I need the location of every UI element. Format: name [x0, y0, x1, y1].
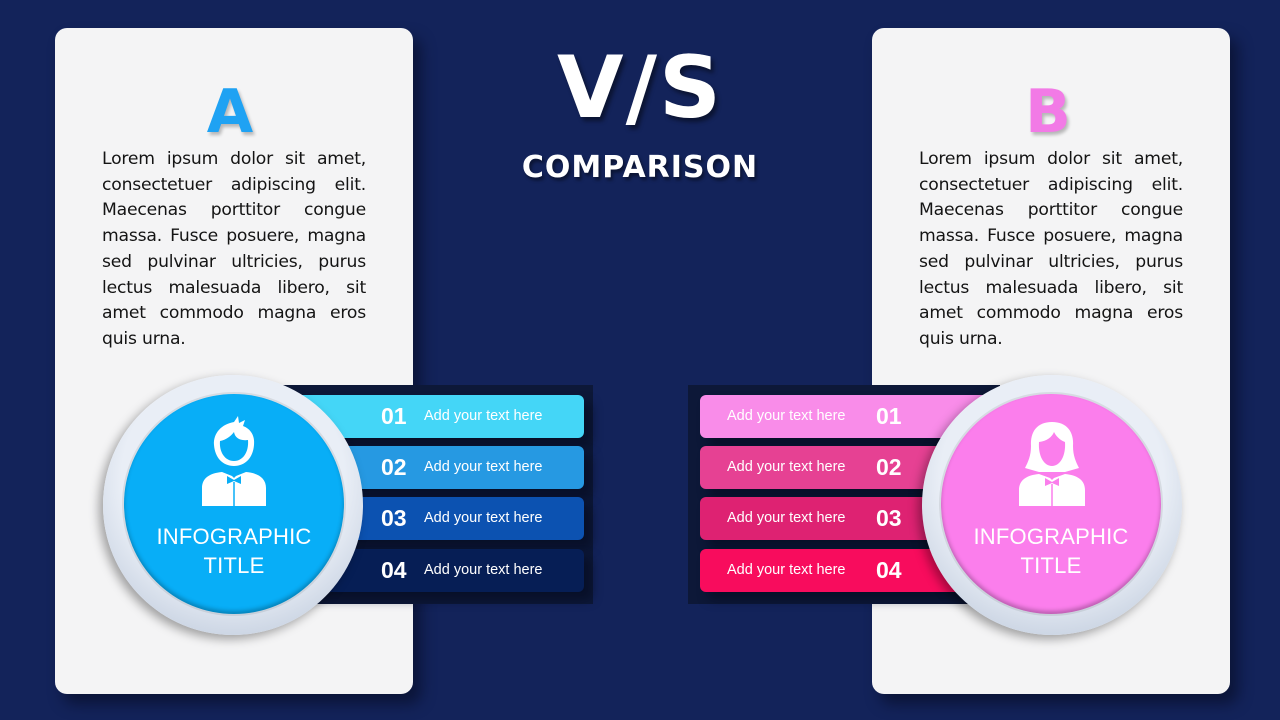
panel-b-letter: B — [1025, 77, 1071, 147]
item-text: Add your text here — [424, 408, 543, 424]
comparison-subtitle: COMPARISON — [521, 150, 759, 185]
item-number: 04 — [381, 557, 407, 583]
item-number: 01 — [381, 403, 407, 429]
item-text: Add your text here — [727, 459, 846, 475]
item-number: 03 — [876, 505, 902, 531]
item-text: Add your text here — [727, 562, 846, 578]
item-text: Add your text here — [424, 562, 543, 578]
item-number: 04 — [876, 557, 902, 583]
item-number: 01 — [876, 403, 902, 429]
item-text: Add your text here — [424, 510, 543, 526]
vs-title: V/S — [557, 38, 723, 138]
panel-a-circle: INFOGRAPHIC TITLE — [124, 394, 344, 614]
item-number: 02 — [381, 454, 407, 480]
panel-a-circle-title-line1: INFOGRAPHIC — [156, 524, 312, 549]
woman-icon — [1019, 422, 1085, 506]
item-text: Add your text here — [727, 510, 846, 526]
panel-a-paragraph: Lorem ipsum dolor sit amet, consectetuer… — [102, 149, 366, 349]
item-number: 02 — [876, 454, 902, 480]
panel-b-circle-title-line1: INFOGRAPHIC — [973, 524, 1129, 549]
panel-a-letter: A — [206, 77, 254, 147]
panel-b-circle: INFOGRAPHIC TITLE — [941, 394, 1161, 614]
item-text: Add your text here — [424, 459, 543, 475]
man-icon — [202, 416, 266, 506]
item-number: 03 — [381, 505, 407, 531]
panel-b-circle-title-line2: TITLE — [1020, 553, 1082, 578]
panel-b-paragraph: Lorem ipsum dolor sit amet, consectetuer… — [919, 149, 1183, 349]
panel-a-circle-title-line2: TITLE — [203, 553, 265, 578]
item-text: Add your text here — [727, 408, 846, 424]
